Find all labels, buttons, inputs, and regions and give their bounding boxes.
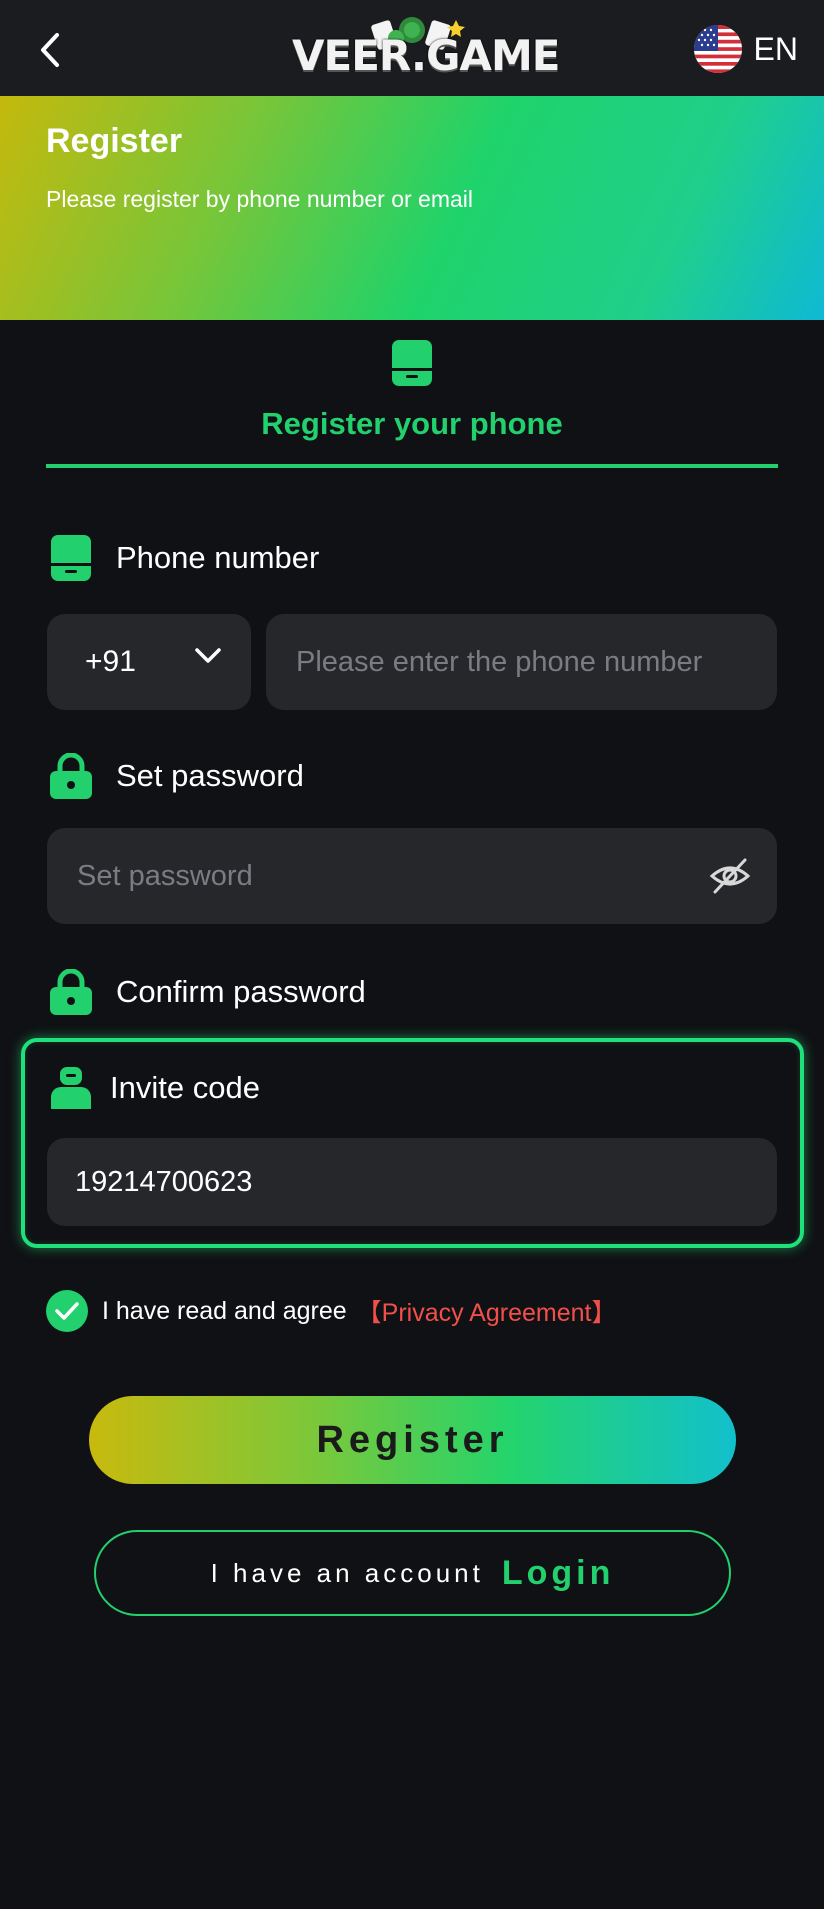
agree-text: I have read and agree <box>102 1296 347 1325</box>
veer-game-logo: VEER.GAME <box>292 14 560 84</box>
invite-code-label-text: Invite code <box>110 1070 260 1105</box>
page-title: Register <box>46 122 183 160</box>
country-code-select[interactable]: +91 <box>47 614 251 710</box>
login-button[interactable]: I have an account Login <box>94 1530 731 1616</box>
checkmark-icon <box>55 1302 79 1320</box>
phone-number-label: Phone number <box>50 534 319 582</box>
user-icon <box>50 1064 92 1112</box>
lock-icon <box>50 752 92 800</box>
language-selector[interactable]: EN <box>693 24 798 74</box>
login-label: Login <box>501 1553 615 1592</box>
phone-icon <box>392 340 432 386</box>
page-subtitle: Please register by phone number or email <box>46 186 474 212</box>
password-input[interactable] <box>77 859 697 893</box>
register-button-label: Register <box>316 1418 509 1461</box>
us-flag-icon <box>693 25 742 73</box>
chevron-down-icon <box>195 648 221 663</box>
eye-off-icon[interactable] <box>709 856 751 896</box>
register-page: VEER.GAME EN Register Please register by… <box>0 0 824 1909</box>
invite-code-input[interactable] <box>75 1165 777 1199</box>
lock-icon <box>50 968 92 1016</box>
invite-code-input-box <box>47 1138 777 1226</box>
confirm-password-label-text: Confirm password <box>116 974 366 1009</box>
set-password-label-text: Set password <box>116 758 304 793</box>
password-input-box <box>47 828 777 924</box>
hero-banner: Register Please register by phone number… <box>0 96 824 320</box>
phone-input[interactable] <box>296 645 777 679</box>
have-account-text: I have an account <box>210 1557 484 1588</box>
language-code: EN <box>753 30 798 67</box>
tab-register-phone[interactable]: Register your phone <box>46 336 778 470</box>
privacy-agreement-link[interactable]: 【Privacy Agreement】 <box>357 1293 617 1329</box>
set-password-label: Set password <box>50 752 304 800</box>
agree-checkbox[interactable] <box>46 1290 88 1332</box>
chevron-left-icon <box>41 33 59 67</box>
country-code-value: +91 <box>85 645 136 678</box>
tab-underline <box>46 464 778 468</box>
logo-text: VEER.GAME <box>292 31 560 80</box>
phone-number-label-text: Phone number <box>116 540 320 575</box>
register-button[interactable]: Register <box>89 1396 736 1484</box>
tab-label: Register your phone <box>261 406 563 441</box>
confirm-password-label: Confirm password <box>50 968 366 1016</box>
phone-input-box <box>266 614 777 710</box>
back-button[interactable] <box>30 28 70 72</box>
invite-code-label: Invite code <box>50 1064 260 1112</box>
phone-icon <box>50 534 92 582</box>
agreement-row: I have read and agree 【Privacy Agreement… <box>46 1290 616 1332</box>
top-bar: VEER.GAME EN <box>0 0 824 96</box>
